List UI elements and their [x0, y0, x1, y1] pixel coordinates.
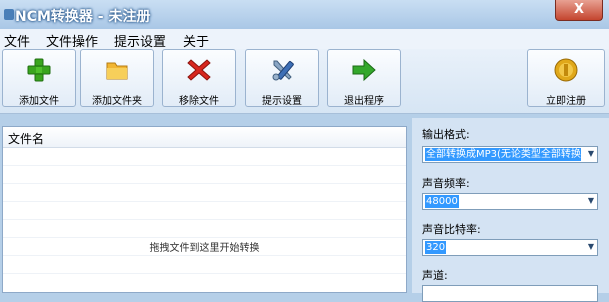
settings-panel: 输出格式: 全部转换成MP3(无论类型全部转换 ▼ 声音频率: 48000 ▼ … [412, 118, 609, 302]
row-divider [3, 237, 406, 238]
row-divider [3, 165, 406, 166]
remove-file-label: 移除文件 [179, 96, 219, 107]
exit-button[interactable]: 退出程序 [327, 49, 401, 107]
menu-about[interactable]: 关于 [183, 31, 209, 50]
row-divider [3, 255, 406, 256]
chevron-down-icon: ▼ [587, 149, 594, 158]
row-divider [3, 183, 406, 184]
add-folder-label: 添加文件夹 [92, 96, 142, 107]
register-button[interactable]: 立即注册 [527, 49, 605, 107]
x-icon [187, 59, 211, 81]
tools-icon [272, 60, 294, 81]
sample-rate-select[interactable]: 48000 ▼ [422, 193, 598, 210]
output-format-select[interactable]: 全部转换成MP3(无论类型全部转换 ▼ [422, 146, 598, 163]
folder-icon [106, 62, 128, 80]
title-bar: NCM转换器 - 未注册 X [0, 0, 609, 29]
toolbar: 添加文件 添加文件夹 移除文件 提示设置 退出程序 立即注册 [0, 49, 609, 114]
bitrate-select[interactable]: 320 ▼ [422, 239, 598, 256]
bitrate-label: 声音比特率: [422, 223, 481, 236]
row-divider [3, 201, 406, 202]
remove-file-button[interactable]: 移除文件 [162, 49, 236, 107]
plus-icon [27, 58, 51, 82]
register-label: 立即注册 [546, 96, 586, 107]
chevron-down-icon: ▼ [587, 196, 594, 205]
output-format-label: 输出格式: [422, 128, 470, 141]
add-folder-button[interactable]: 添加文件夹 [80, 49, 154, 107]
add-file-button[interactable]: 添加文件 [2, 49, 76, 107]
channels-select[interactable] [422, 285, 598, 302]
column-header-filename[interactable]: 文件名 [3, 127, 406, 148]
window-title: NCM转换器 - 未注册 [15, 9, 151, 25]
drop-hint: 拖拽文件到这里开始转换 [149, 243, 260, 254]
row-divider [3, 219, 406, 220]
row-divider [3, 273, 406, 274]
sample-rate-value: 48000 [425, 195, 459, 208]
chevron-down-icon: ▼ [587, 242, 594, 251]
app-icon [4, 9, 14, 20]
file-list[interactable]: 文件名 拖拽文件到这里开始转换 [2, 126, 407, 293]
exit-label: 退出程序 [344, 96, 384, 107]
menu-prompt-settings[interactable]: 提示设置 [114, 31, 166, 50]
channels-label: 声道: [422, 269, 448, 282]
prompt-settings-button[interactable]: 提示设置 [245, 49, 319, 107]
sample-rate-label: 声音频率: [422, 177, 470, 190]
menu-file-operations[interactable]: 文件操作 [46, 31, 98, 50]
menu-file[interactable]: 文件 [4, 31, 30, 50]
bitrate-value: 320 [425, 241, 447, 254]
add-file-label: 添加文件 [19, 96, 59, 107]
arrow-right-icon [352, 58, 376, 82]
prompt-settings-label: 提示设置 [262, 96, 302, 107]
coin-icon [554, 58, 578, 82]
output-format-value: 全部转换成MP3(无论类型全部转换 [425, 148, 581, 161]
close-button[interactable]: X [555, 0, 603, 21]
column-header-label: 文件名 [8, 132, 45, 146]
menu-bar: 文件 文件操作 提示设置 关于 [0, 29, 609, 50]
